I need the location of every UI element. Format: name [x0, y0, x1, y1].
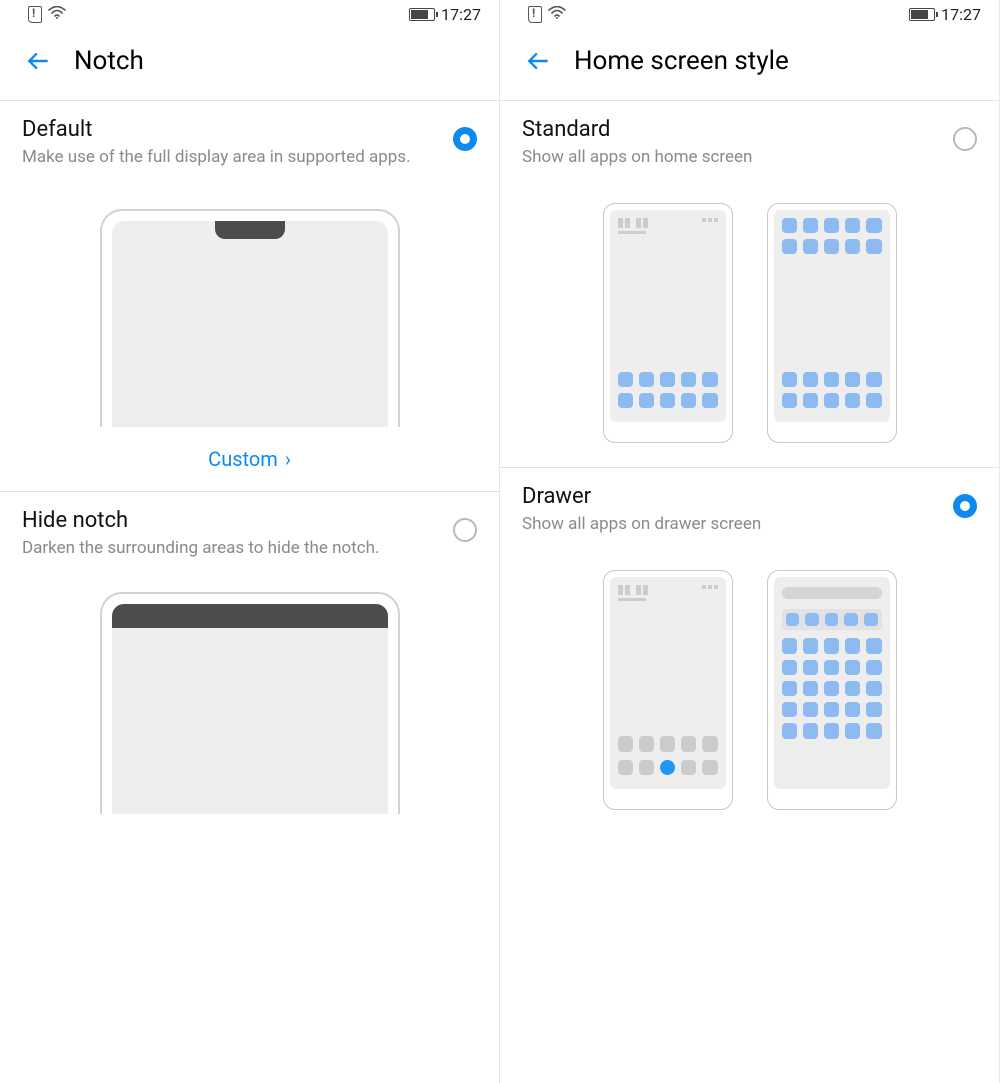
sim-alert-icon: [28, 6, 42, 23]
drawer-icon: [660, 760, 675, 775]
custom-link[interactable]: Custom ›: [0, 427, 499, 491]
preview-hide-notch: [0, 574, 499, 814]
preview-default: [0, 183, 499, 427]
status-bar: 17:27: [0, 0, 499, 28]
radio-default[interactable]: [453, 127, 477, 151]
radio-drawer[interactable]: [953, 494, 977, 518]
arrow-left-icon: [26, 48, 52, 74]
option-title: Default: [22, 117, 453, 142]
preview-standard: [500, 183, 999, 467]
chevron-right-icon: ›: [285, 447, 291, 471]
back-button[interactable]: [522, 44, 556, 78]
radio-standard[interactable]: [953, 127, 977, 151]
back-button[interactable]: [22, 44, 56, 78]
arrow-left-icon: [526, 48, 552, 74]
page-title: Notch: [74, 46, 144, 76]
preview-drawer: [500, 550, 999, 834]
option-hide-notch[interactable]: Hide notch Darken the surrounding areas …: [0, 492, 499, 574]
sim-alert-icon: [528, 6, 542, 23]
header: Notch: [0, 28, 499, 100]
radio-hide-notch[interactable]: [453, 518, 477, 542]
home-screen-style-screen: 17:27 Home screen style Standard Show al…: [500, 0, 1000, 1083]
status-bar: 17:27: [500, 0, 999, 28]
notch-settings-screen: 17:27 Notch Default Make use of the full…: [0, 0, 500, 1083]
clock: 17:27: [941, 5, 981, 24]
option-default[interactable]: Default Make use of the full display are…: [0, 101, 499, 183]
option-title: Hide notch: [22, 508, 453, 533]
option-title: Drawer: [522, 484, 953, 509]
header: Home screen style: [500, 28, 999, 100]
page-title: Home screen style: [574, 46, 789, 76]
option-desc: Show all apps on drawer screen: [522, 513, 953, 536]
wifi-icon: [48, 5, 66, 24]
dark-strip-icon: [112, 604, 388, 628]
option-desc: Show all apps on home screen: [522, 146, 953, 169]
option-standard[interactable]: Standard Show all apps on home screen: [500, 101, 999, 183]
wifi-icon: [548, 5, 566, 24]
option-desc: Make use of the full display area in sup…: [22, 146, 453, 169]
notch-icon: [215, 221, 285, 239]
battery-icon: [409, 8, 435, 21]
option-title: Standard: [522, 117, 953, 142]
clock: 17:27: [441, 5, 481, 24]
option-desc: Darken the surrounding areas to hide the…: [22, 537, 453, 560]
battery-icon: [909, 8, 935, 21]
option-drawer[interactable]: Drawer Show all apps on drawer screen: [500, 468, 999, 550]
custom-label: Custom: [208, 447, 278, 471]
search-bar-icon: [782, 587, 882, 599]
